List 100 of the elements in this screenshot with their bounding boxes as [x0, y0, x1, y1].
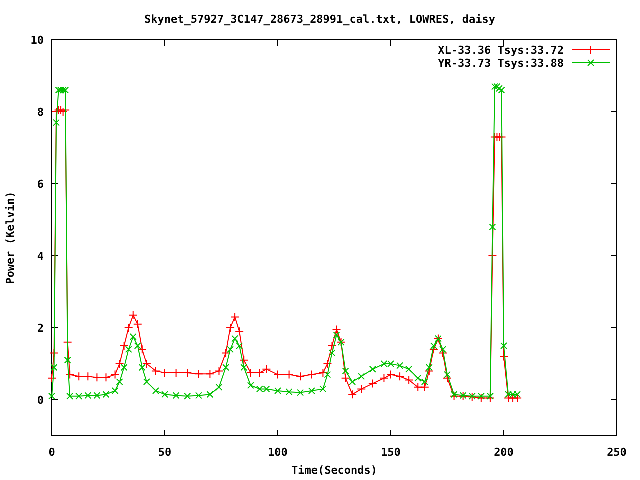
data-point	[308, 388, 316, 394]
data-point	[296, 372, 306, 382]
data-point	[341, 374, 350, 383]
data-point	[318, 368, 328, 378]
data-point	[328, 342, 337, 350]
data-point	[500, 342, 508, 350]
data-point	[396, 372, 405, 382]
data-point	[206, 370, 215, 379]
y-tick-label: 6	[37, 178, 44, 191]
x-axis-label: Time(Seconds)	[291, 464, 378, 477]
y-tick-label: 8	[37, 106, 44, 119]
data-point	[332, 325, 342, 334]
data-point	[255, 368, 264, 378]
data-point	[195, 392, 202, 400]
data-point	[222, 348, 231, 358]
data-point	[323, 360, 332, 368]
data-point	[66, 370, 75, 380]
data-point	[84, 392, 92, 400]
data-point	[404, 376, 414, 385]
data-point	[420, 382, 430, 392]
data-point	[320, 386, 327, 393]
data-point	[274, 370, 282, 380]
data-point	[274, 388, 282, 394]
data-point	[358, 373, 366, 380]
data-point	[206, 391, 214, 398]
legend-label: YR-33.73 Tsys:33.88	[438, 57, 564, 70]
data-point	[194, 370, 204, 379]
data-point	[172, 392, 180, 400]
y-tick-label: 4	[37, 250, 44, 263]
x-tick	[164, 40, 166, 46]
data-point	[138, 345, 147, 354]
x-tick-label: 200	[494, 446, 514, 459]
data-point	[450, 392, 459, 401]
data-point	[247, 382, 254, 390]
x-tick-label: 0	[48, 446, 56, 459]
data-point	[468, 392, 477, 402]
data-point	[235, 327, 244, 336]
data-point	[443, 374, 452, 383]
data-point	[357, 384, 366, 394]
data-point	[172, 368, 181, 378]
data-point	[110, 370, 120, 380]
data-point	[286, 388, 293, 396]
data-point	[424, 366, 434, 376]
data-point	[48, 392, 56, 400]
x-tick-label: 50	[158, 446, 172, 459]
x-tick	[616, 430, 618, 436]
data-point	[133, 320, 142, 329]
data-point	[226, 324, 236, 332]
data-point	[386, 370, 396, 380]
data-point	[348, 390, 358, 400]
data-point	[262, 364, 272, 374]
x-tick	[616, 40, 618, 46]
data-point	[216, 384, 223, 391]
data-point	[489, 224, 496, 231]
y-tick-label: 0	[37, 394, 44, 407]
data-point	[124, 324, 134, 332]
data-point	[94, 392, 101, 400]
data-point	[74, 372, 84, 382]
data-point	[53, 119, 60, 126]
data-point	[284, 370, 294, 380]
data-point	[183, 368, 192, 378]
data-point	[380, 374, 389, 383]
data-point	[120, 342, 129, 350]
x-tick-label: 250	[607, 446, 627, 459]
data-point	[66, 392, 74, 400]
data-point	[152, 388, 160, 394]
data-point	[162, 391, 168, 398]
data-point	[476, 394, 486, 403]
data-point	[500, 352, 508, 362]
x-tick	[390, 40, 392, 46]
data-point	[184, 392, 192, 400]
data-point	[92, 373, 102, 382]
data-point	[84, 372, 93, 382]
data-point	[497, 132, 506, 142]
y-axis-label: Power (Kelvin)	[4, 192, 17, 284]
data-point	[230, 312, 240, 322]
data-point	[160, 368, 170, 378]
data-point	[438, 348, 448, 358]
data-point	[246, 368, 256, 378]
data-point	[307, 370, 316, 380]
chart-title: Skynet_57927_3C147_28673_28991_cal.txt, LOWRES, daisy	[144, 13, 496, 26]
data-point	[414, 382, 423, 392]
data-point	[48, 374, 56, 383]
data-point	[58, 108, 68, 116]
legend-label: XL-33.36 Tsys:33.72	[438, 44, 564, 57]
x-tick	[164, 430, 166, 436]
data-point	[143, 378, 150, 386]
x-tick-label: 100	[268, 446, 288, 459]
data-point	[102, 373, 111, 382]
data-point	[368, 379, 378, 388]
y-tick-label: 10	[30, 34, 44, 47]
data-point	[151, 366, 160, 376]
data-point	[76, 392, 83, 400]
y-tick-label: 2	[37, 322, 44, 335]
data-point	[102, 391, 110, 398]
data-point	[115, 360, 124, 368]
data-point	[297, 389, 304, 396]
data-point	[50, 364, 58, 372]
data-point	[64, 356, 72, 364]
data-point	[214, 366, 224, 376]
